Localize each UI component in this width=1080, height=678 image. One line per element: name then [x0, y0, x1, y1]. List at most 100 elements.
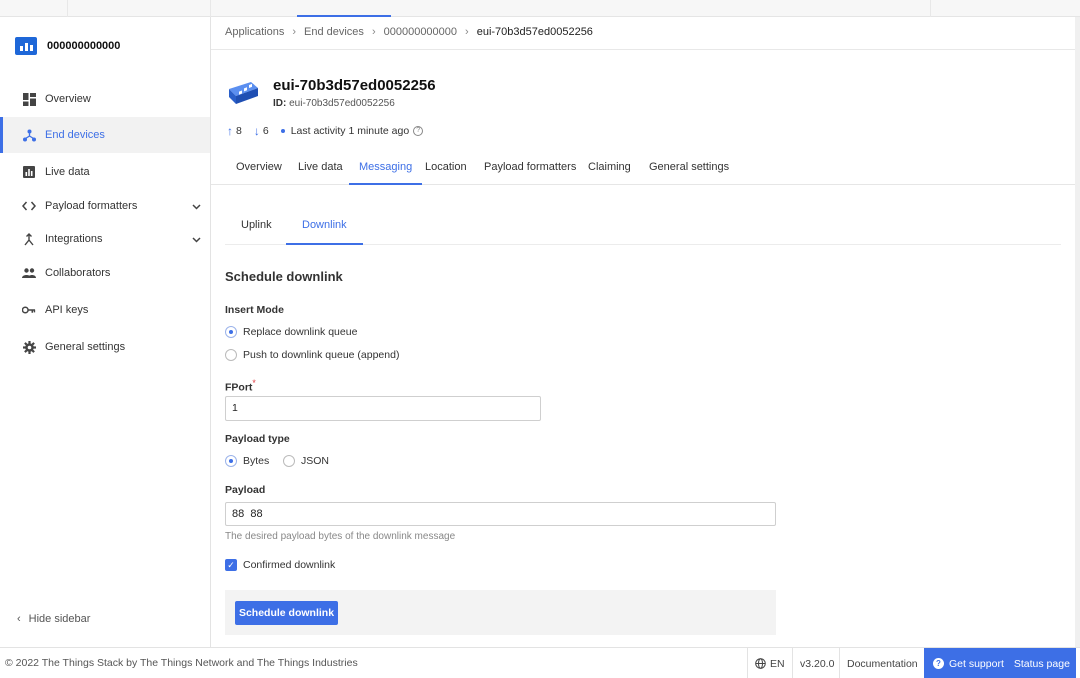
chevron-right-icon: ›: [371, 26, 376, 38]
device-id-label: ID:: [273, 98, 287, 109]
chevron-down-icon[interactable]: [192, 234, 201, 246]
hide-sidebar-label: Hide sidebar: [28, 613, 91, 625]
hide-sidebar-button[interactable]: ‹ Hide sidebar: [17, 613, 90, 625]
breadcrumb-current-device: eui-70b3d57ed0052256: [476, 26, 593, 38]
sidebar-item-label: General settings: [45, 341, 126, 353]
tab-general-settings[interactable]: General settings: [649, 161, 729, 185]
help-icon[interactable]: ?: [413, 126, 424, 136]
subtab-uplink[interactable]: Uplink: [241, 219, 272, 245]
schedule-downlink-button[interactable]: Schedule downlink: [235, 601, 338, 625]
sidebar-item-label: Integrations: [45, 233, 103, 245]
sidebar-item-general-settings[interactable]: General settings: [0, 329, 210, 365]
key-icon: [22, 303, 36, 317]
sidebar-item-label: Collaborators: [45, 267, 111, 279]
radio-append-queue[interactable]: Push to downlink queue (append): [225, 349, 399, 361]
get-support-label: Get support: [949, 657, 1004, 670]
sidebar-item-label: API keys: [45, 304, 89, 316]
sidebar-item-overview[interactable]: Overview: [0, 81, 210, 117]
sidebar-item-integrations[interactable]: Integrations: [0, 221, 210, 257]
radio-json[interactable]: JSON: [283, 455, 329, 467]
sidebar: 000000000000 Overview End devices Live d…: [0, 17, 211, 647]
sidebar-item-end-devices[interactable]: End devices: [0, 117, 210, 153]
dashboard-icon: [22, 92, 36, 106]
status-dot: [280, 129, 285, 133]
arrow-down-icon: ↓: [253, 124, 260, 138]
subtab-downlink[interactable]: Downlink: [286, 219, 363, 245]
scrollbar[interactable]: [1075, 17, 1080, 647]
payload-label: Payload: [225, 484, 266, 496]
sidebar-item-label: Overview: [45, 93, 91, 105]
documentation-link[interactable]: Documentation: [839, 648, 924, 678]
device-header: eui-70b3d57ed0052256 ID: eui-70b3d57ed00…: [227, 77, 436, 109]
device-icon: [227, 79, 260, 107]
device-id-value: eui-70b3d57ed0052256: [289, 98, 395, 109]
chart-icon: [22, 165, 36, 179]
gear-icon: [22, 340, 36, 354]
sidebar-item-live-data[interactable]: Live data: [0, 154, 210, 190]
tab-live-data[interactable]: Live data: [298, 161, 343, 185]
footer: © 2022 The Things Stack by The Things Ne…: [0, 647, 1080, 678]
form-title: Schedule downlink: [225, 269, 343, 284]
sidebar-item-api-keys[interactable]: API keys: [0, 292, 210, 328]
radio-button[interactable]: [225, 455, 237, 467]
app-header[interactable]: 000000000000: [15, 37, 120, 55]
breadcrumb-application[interactable]: 000000000000: [384, 26, 457, 38]
radio-replace-queue[interactable]: Replace downlink queue: [225, 326, 357, 338]
top-nav-segment[interactable]: [0, 0, 68, 17]
form-submit-bar: Schedule downlink: [225, 590, 776, 635]
tab-payload-formatters[interactable]: Payload formatters: [484, 161, 576, 185]
radio-button[interactable]: [225, 349, 237, 361]
radio-label: Replace downlink queue: [243, 326, 358, 338]
language-selector[interactable]: EN: [747, 648, 792, 678]
fport-input[interactable]: 1: [225, 396, 541, 421]
radio-button[interactable]: [225, 326, 237, 338]
globe-icon: [755, 658, 766, 669]
sidebar-item-label: Payload formatters: [45, 200, 138, 212]
insert-mode-label: Insert Mode: [225, 304, 284, 316]
tab-claiming[interactable]: Claiming: [588, 161, 631, 185]
confirmed-downlink-checkbox[interactable]: ✓ Confirmed downlink: [225, 559, 335, 571]
sidebar-item-payload-formatters[interactable]: Payload formatters: [0, 188, 210, 224]
checkbox-label: Confirmed downlink: [243, 559, 336, 571]
breadcrumb-applications[interactable]: Applications: [225, 26, 284, 38]
payload-type-label: Payload type: [225, 433, 290, 445]
last-activity: Last activity 1 minute ago: [290, 125, 410, 137]
tab-messaging[interactable]: Messaging: [349, 161, 423, 185]
device-title: eui-70b3d57ed0052256: [273, 77, 436, 94]
top-nav-segment[interactable]: [68, 0, 211, 17]
top-navigation-bar: [0, 0, 1080, 17]
code-icon: [22, 199, 36, 213]
version-label: v3.20.0: [792, 648, 839, 678]
breadcrumb-end-devices[interactable]: End devices: [304, 26, 364, 38]
tab-location[interactable]: Location: [425, 161, 467, 185]
payload-hint: The desired payload bytes of the downlin…: [225, 531, 456, 542]
tab-overview[interactable]: Overview: [236, 161, 282, 185]
chevron-down-icon[interactable]: [192, 201, 201, 213]
top-nav-active-indicator: [297, 0, 391, 17]
radio-button[interactable]: [283, 455, 295, 467]
device-id: ID: eui-70b3d57ed0052256: [273, 98, 436, 109]
people-icon: [22, 266, 36, 280]
status-page-link[interactable]: Status page: [1014, 658, 1070, 670]
fport-label: FPort*: [225, 378, 256, 394]
messaging-subtabs: Uplink Downlink: [225, 211, 1061, 245]
copyright-text: © 2022 The Things Stack by The Things Ne…: [5, 657, 358, 669]
breadcrumb: Applications › End devices › 00000000000…: [225, 26, 593, 38]
sidebar-item-collaborators[interactable]: Collaborators: [0, 255, 210, 291]
chevron-left-icon: ‹: [17, 613, 21, 625]
radio-bytes[interactable]: Bytes: [225, 455, 269, 467]
payload-input[interactable]: 88 88: [225, 502, 776, 526]
get-support-button[interactable]: ? Get support Status page: [924, 648, 1076, 678]
chevron-right-icon: ›: [292, 26, 296, 38]
downlink-count: 6: [262, 125, 269, 137]
integrations-icon: [22, 232, 36, 246]
uplink-count: 8: [236, 125, 242, 137]
top-nav-divider: [930, 0, 931, 17]
required-marker: *: [252, 378, 256, 388]
arrow-up-icon: ↑: [227, 124, 233, 138]
sidebar-item-label: End devices: [45, 129, 105, 141]
checkbox-checked-icon[interactable]: ✓: [225, 559, 237, 571]
application-name: 000000000000: [47, 40, 121, 52]
devices-icon: [22, 128, 36, 142]
device-tabs: Overview Live data Messaging Location Pa…: [211, 155, 1077, 185]
